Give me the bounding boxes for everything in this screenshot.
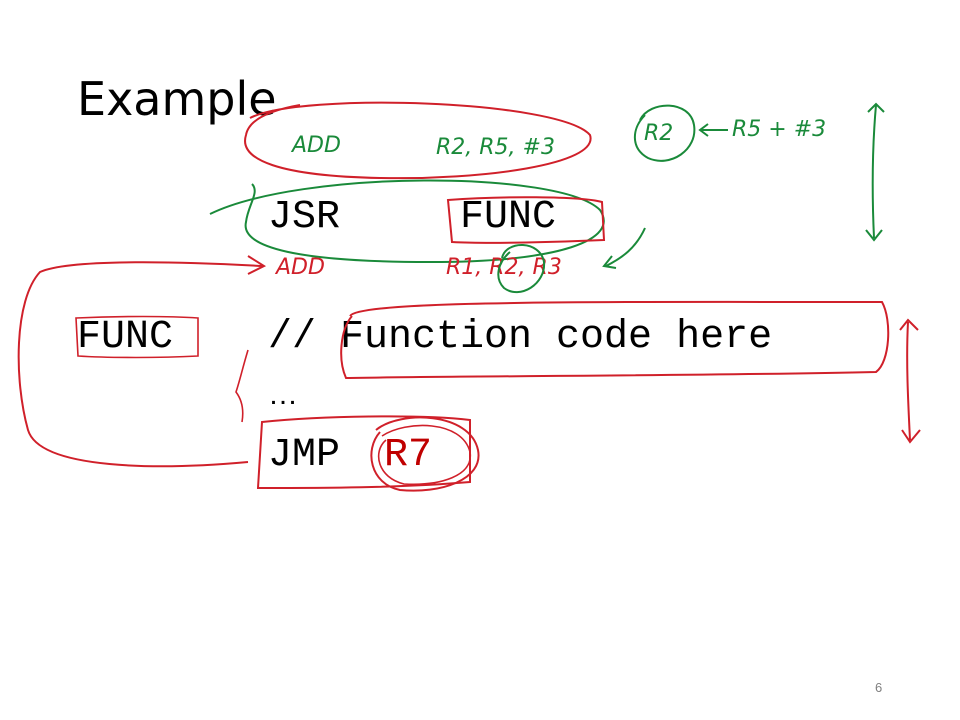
annotation-r5-plus-3: R5 + #3 (732, 117, 826, 142)
green-ellipse-jsr (209, 179, 605, 264)
red-circle-r7-inner (377, 424, 471, 486)
green-arrow-icon (602, 227, 646, 269)
arrow-left-icon (698, 123, 728, 137)
page-number: 6 (875, 680, 883, 695)
red-box-function-body (340, 300, 890, 380)
annotation-add-top-args: R2, R5, #3 (436, 135, 555, 160)
red-box-func-label (75, 315, 199, 359)
slide: Example JSR FUNC FUNC // Function code h… (0, 0, 960, 720)
annotation-add-bottom: ADD (274, 255, 325, 280)
ink-overlay: ADD R2, R5, #3 R2 R5 + #3 ADD R1, R2, R3 (17, 101, 921, 492)
green-double-arrow-icon (865, 102, 885, 242)
red-return-arrow-icon (17, 255, 267, 468)
annotation-r2: R2 (644, 121, 673, 146)
red-double-arrow-icon (899, 318, 921, 444)
red-brace (235, 349, 249, 423)
red-box-func-jsr (446, 196, 606, 244)
annotation-add-top: ADD (290, 133, 341, 158)
red-circle-r7 (370, 416, 480, 492)
